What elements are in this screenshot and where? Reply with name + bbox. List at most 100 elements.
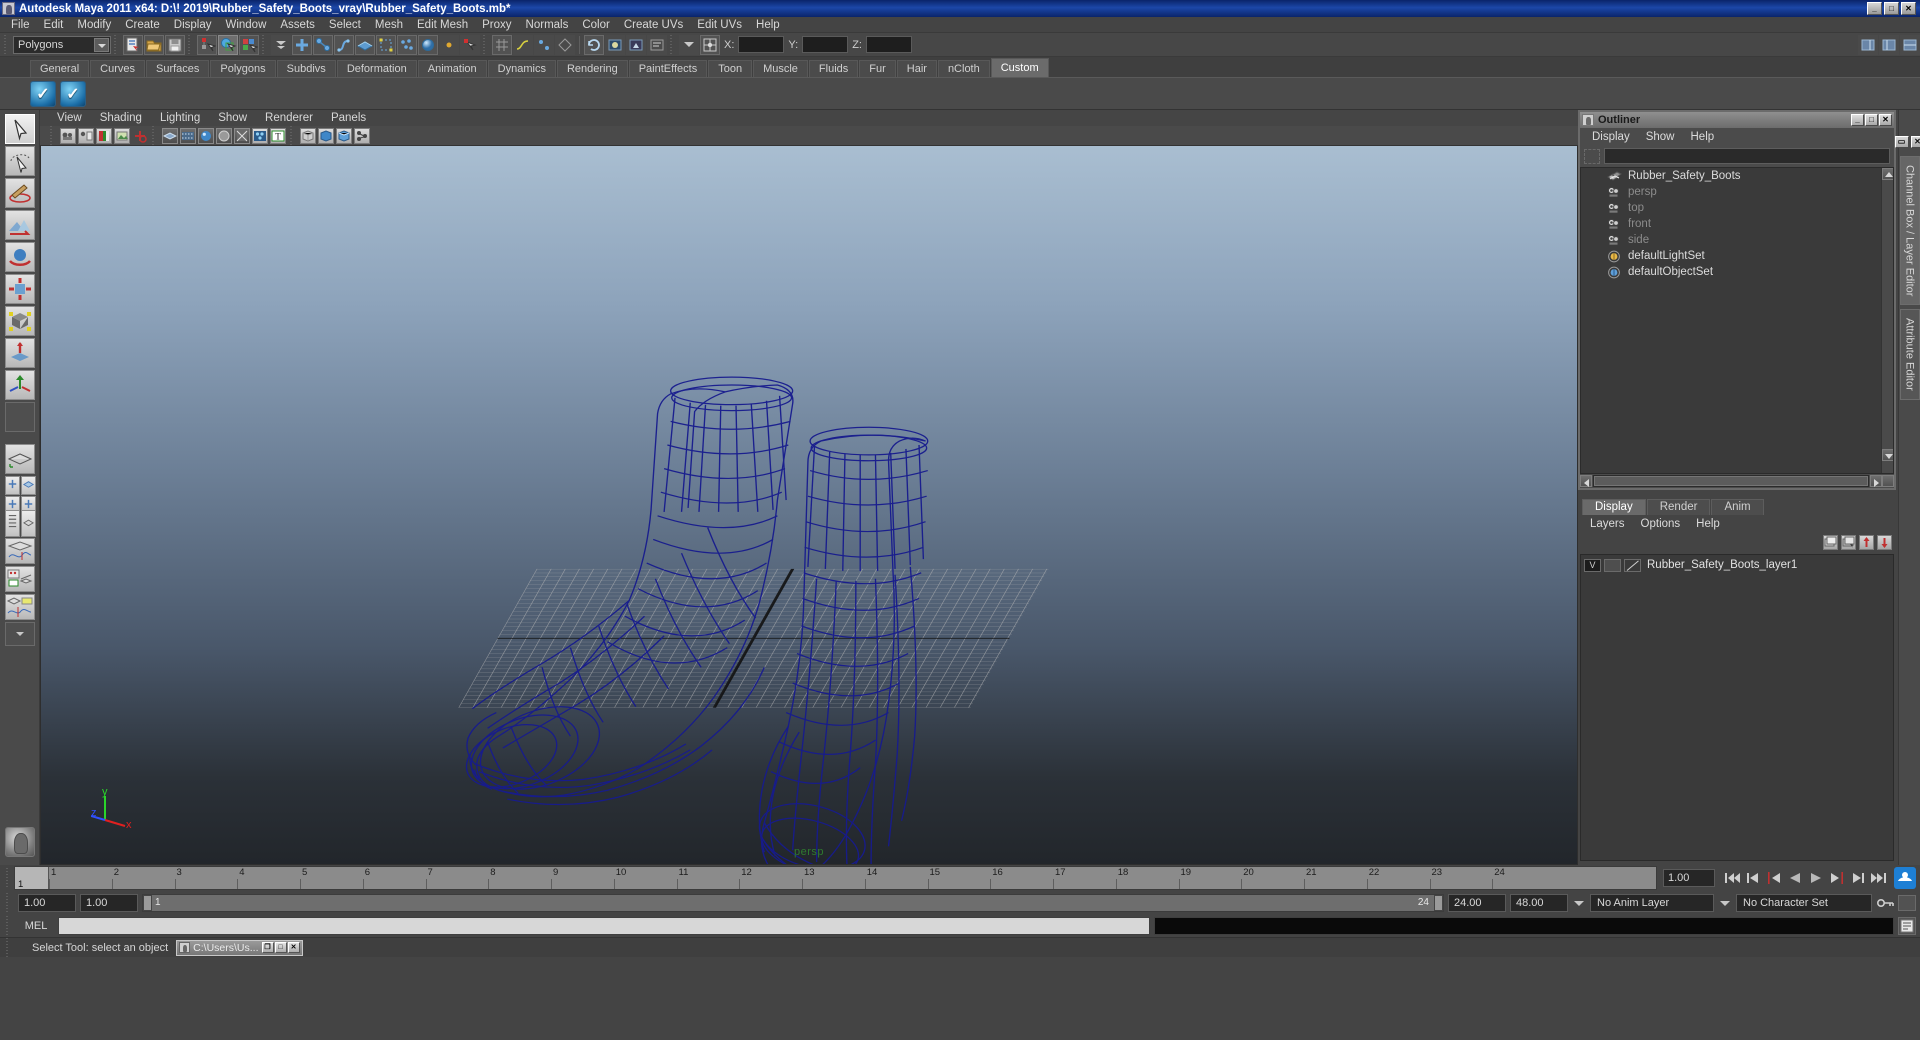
command-language-label[interactable]: MEL	[18, 920, 54, 932]
anim-start-time-field[interactable]: 1.00	[18, 894, 76, 912]
smooth-preview-icon[interactable]	[336, 127, 352, 144]
camera-attributes-icon[interactable]	[78, 127, 94, 144]
anim-layer-selector[interactable]: No Anim Layer	[1590, 894, 1714, 912]
outliner-close-button[interactable]: ✕	[1879, 114, 1892, 126]
shelf-tab-painteffects[interactable]: PaintEffects	[628, 60, 708, 77]
layout-cell-2[interactable]	[20, 476, 36, 495]
selection-mask-collapse-icon[interactable]	[271, 34, 291, 55]
play-backwards-icon[interactable]	[1786, 869, 1804, 887]
select-by-component-type-button[interactable]	[239, 34, 259, 55]
select-handles-mask-button[interactable]	[292, 34, 312, 55]
outliner-menu-display[interactable]: Display	[1584, 131, 1638, 143]
shelf-tab-surfaces[interactable]: Surfaces	[145, 60, 210, 77]
range-start-time-field[interactable]: 1.00	[80, 894, 138, 912]
rotate-tool[interactable]	[4, 274, 35, 304]
menu-edit-mesh[interactable]: Edit Mesh	[410, 17, 475, 33]
tab-render[interactable]: Render	[1646, 499, 1711, 515]
taskbar-close-button[interactable]: ✕	[287, 942, 300, 953]
menu-normals[interactable]: Normals	[519, 17, 576, 33]
shelf-tab-subdivs[interactable]: Subdivs	[276, 60, 336, 77]
viewport-scene[interactable]	[41, 146, 1577, 864]
tab-anim[interactable]: Anim	[1711, 499, 1764, 515]
render-current-frame-button[interactable]	[605, 34, 625, 55]
current-frame-indicator[interactable]: 1	[15, 867, 49, 889]
layout-outliner-cell[interactable]	[4, 510, 20, 537]
select-by-object-type-button[interactable]	[218, 34, 238, 55]
taskbar-window-button[interactable]: C:\Users\Us... ❐ □ ✕	[176, 939, 303, 956]
shelf-tab-fluids[interactable]: Fluids	[808, 60, 859, 77]
scale-tool[interactable]	[4, 306, 35, 336]
shelf-tab-muscle[interactable]: Muscle	[753, 60, 808, 77]
scroll-up-button[interactable]	[1882, 168, 1893, 180]
flat-shade-icon[interactable]	[216, 127, 232, 144]
taskbar-window-controls[interactable]: ❐ □ ✕	[261, 942, 300, 953]
outliner-menu-help[interactable]: Help	[1683, 131, 1723, 143]
shelf-tab-hair[interactable]: Hair	[896, 60, 937, 77]
menu-mesh[interactable]: Mesh	[368, 17, 410, 33]
save-scene-button[interactable]	[165, 34, 185, 55]
hardware-texturing-icon[interactable]	[252, 127, 268, 144]
shelf-tab-custom[interactable]: Custom	[990, 58, 1049, 77]
select-surfaces-mask-button[interactable]	[355, 34, 375, 55]
layer-type-icon[interactable]	[1624, 558, 1641, 572]
outliner-item-list[interactable]: Rubber_Safety_Boots persp top front side…	[1580, 167, 1894, 474]
shelf-tab-general[interactable]: General	[30, 60, 90, 77]
outliner-hscroll-thumb[interactable]	[1594, 476, 1868, 486]
tab-display[interactable]: Display	[1582, 499, 1646, 515]
minimize-button[interactable]: _	[1867, 2, 1882, 15]
layout-persp-cell[interactable]	[20, 510, 36, 537]
viewport-menu-shading[interactable]: Shading	[91, 110, 151, 126]
show-hide-channel-box-button[interactable]	[1858, 34, 1878, 55]
outliner-row-side[interactable]: side	[1581, 232, 1893, 248]
outliner-row-front[interactable]: front	[1581, 216, 1893, 232]
outliner-hscroll-track[interactable]	[1593, 475, 1869, 487]
group-grip-5[interactable]	[670, 34, 676, 55]
two-d-pan-zoom-icon[interactable]	[132, 128, 148, 144]
taskbar-maximize-button[interactable]: □	[274, 942, 287, 953]
menu-assets[interactable]: Assets	[273, 17, 322, 33]
more-layouts-button[interactable]	[4, 622, 35, 646]
select-by-hierarchy-button[interactable]	[197, 34, 217, 55]
menu-edit[interactable]: Edit	[37, 17, 71, 33]
shelf-tab-rendering[interactable]: Rendering	[556, 60, 628, 77]
outliner-row-rubber-safety-boots[interactable]: Rubber_Safety_Boots	[1581, 168, 1893, 184]
help-line-grip[interactable]	[6, 937, 12, 958]
anim-end-time-field[interactable]: 48.00	[1510, 894, 1568, 912]
last-tool-used[interactable]	[4, 370, 35, 400]
outliner-window-controls[interactable]: _ □ ✕	[1851, 114, 1892, 126]
layer-menu-options[interactable]: Options	[1633, 518, 1689, 530]
new-layer-icon[interactable]	[1823, 534, 1838, 550]
shaded-wireframe-icon[interactable]	[234, 127, 250, 144]
menu-edit-uvs[interactable]: Edit UVs	[690, 17, 749, 33]
bookmark-icon[interactable]	[96, 127, 112, 144]
lasso-select-tool[interactable]	[4, 146, 35, 176]
step-forward-keyframe-icon[interactable]	[1849, 869, 1867, 887]
sidebar-close-button[interactable]: ✕	[1910, 136, 1920, 148]
viewport-menu-lighting[interactable]: Lighting	[151, 110, 209, 126]
play-forwards-icon[interactable]	[1807, 869, 1825, 887]
shelf-tab-deformation[interactable]: Deformation	[336, 60, 417, 77]
layer-list[interactable]: V Rubber_Safety_Boots_layer1	[1580, 554, 1894, 861]
chevron-down-icon[interactable]	[94, 37, 109, 52]
menu-create[interactable]: Create	[118, 17, 167, 33]
menu-modify[interactable]: Modify	[70, 17, 118, 33]
range-slider-bar[interactable]: 1 24	[142, 894, 1444, 912]
outliner-row-top[interactable]: top	[1581, 200, 1893, 216]
range-end-time-field[interactable]: 24.00	[1448, 894, 1506, 912]
current-time-field[interactable]: 1.00	[1663, 869, 1715, 887]
script-editor-button[interactable]	[1898, 917, 1916, 935]
time-slider-grip[interactable]	[6, 868, 12, 888]
window-controls[interactable]: _ □ ✕	[1867, 2, 1918, 15]
open-scene-button[interactable]	[144, 34, 164, 55]
soft-modification-tool[interactable]	[4, 210, 35, 240]
construction-history-button[interactable]	[584, 34, 604, 55]
select-rendering-mask-button[interactable]	[418, 34, 438, 55]
wireframe-shading-icon[interactable]	[162, 127, 178, 144]
shelf-tab-curves[interactable]: Curves	[90, 60, 145, 77]
layout-single-perspective[interactable]	[4, 444, 35, 474]
menu-create-uvs[interactable]: Create UVs	[617, 17, 690, 33]
x-input[interactable]	[738, 36, 785, 53]
step-back-keyframe-icon[interactable]	[1744, 869, 1762, 887]
outliner-search-input[interactable]	[1604, 148, 1890, 164]
outliner-horizontal-scrollbar[interactable]	[1580, 474, 1894, 488]
